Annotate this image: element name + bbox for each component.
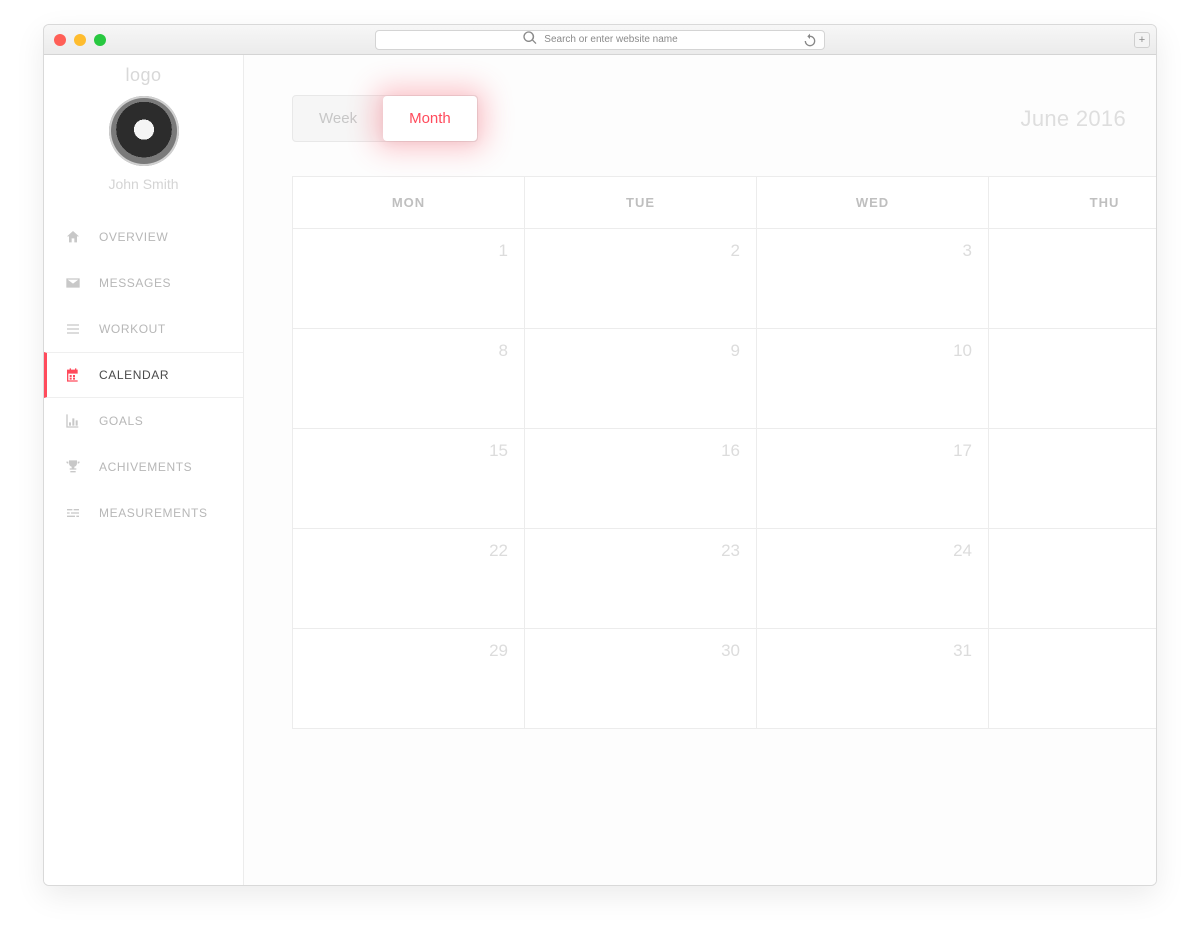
calendar-cell[interactable]: [989, 229, 1156, 329]
calendar-cell[interactable]: 8: [293, 329, 525, 429]
sidebar-item-label: GOALS: [99, 414, 143, 428]
calendar-icon: [65, 367, 81, 383]
logo: logo: [44, 63, 243, 96]
calendar-cell[interactable]: 3: [757, 229, 989, 329]
calendar-header: MON TUE WED THU: [293, 177, 1156, 229]
date-number: 10: [953, 341, 972, 361]
sidebar-item-achivements[interactable]: ACHIVEMENTS: [44, 444, 243, 490]
username: John Smith: [108, 176, 178, 192]
sidebar-item-label: MESSAGES: [99, 276, 171, 290]
nav: OVERVIEW MESSAGES WORKOUT CALENDAR GOALS: [44, 214, 243, 536]
date-number: 31: [953, 641, 972, 661]
sidebar-item-label: MEASUREMENTS: [99, 506, 208, 520]
calendar: MON TUE WED THU 1 2 3 8 9 10 15 16 17: [292, 176, 1156, 729]
date-number: 9: [731, 341, 740, 361]
calendar-cell[interactable]: 1: [293, 229, 525, 329]
reload-icon[interactable]: [802, 33, 818, 52]
calendar-cell[interactable]: 31: [757, 629, 989, 729]
search-icon: [522, 30, 538, 49]
day-header: THU: [989, 177, 1156, 229]
date-number: 1: [499, 241, 508, 261]
calendar-cell[interactable]: 29: [293, 629, 525, 729]
date-number: 17: [953, 441, 972, 461]
window-controls: [54, 34, 106, 46]
sidebar-item-goals[interactable]: GOALS: [44, 398, 243, 444]
calendar-cell[interactable]: 24: [757, 529, 989, 629]
mail-icon: [65, 275, 81, 291]
address-bar[interactable]: Search or enter website name: [375, 30, 825, 50]
sidebar-item-workout[interactable]: WORKOUT: [44, 306, 243, 352]
calendar-cell[interactable]: 23: [525, 529, 757, 629]
sidebar-item-label: WORKOUT: [99, 322, 166, 336]
date-number: 22: [489, 541, 508, 561]
browser-window: Search or enter website name + logo John…: [43, 24, 1157, 886]
period-title: June 2016: [1021, 106, 1126, 132]
calendar-cell[interactable]: 30: [525, 629, 757, 729]
home-icon: [65, 229, 81, 245]
sliders-icon: [65, 505, 81, 521]
topbar: Week Month June 2016: [292, 95, 1156, 142]
new-tab-button[interactable]: +: [1134, 32, 1150, 48]
calendar-cell[interactable]: 16: [525, 429, 757, 529]
list-icon: [65, 321, 81, 337]
calendar-cell[interactable]: 10: [757, 329, 989, 429]
date-number: 23: [721, 541, 740, 561]
calendar-cell[interactable]: [989, 629, 1156, 729]
calendar-cell[interactable]: 22: [293, 529, 525, 629]
trophy-icon: [65, 459, 81, 475]
maximize-window-button[interactable]: [94, 34, 106, 46]
date-number: 3: [963, 241, 972, 261]
address-placeholder: Search or enter website name: [544, 34, 677, 45]
sidebar-item-overview[interactable]: OVERVIEW: [44, 214, 243, 260]
day-header: WED: [757, 177, 989, 229]
date-number: 2: [731, 241, 740, 261]
view-tabs: Week Month: [292, 95, 478, 142]
sidebar-item-label: OVERVIEW: [99, 230, 168, 244]
main: Week Month June 2016 MON TUE WED THU 1 2…: [244, 55, 1156, 885]
chart-icon: [65, 413, 81, 429]
avatar: [109, 96, 179, 166]
close-window-button[interactable]: [54, 34, 66, 46]
date-number: 29: [489, 641, 508, 661]
calendar-cell[interactable]: 2: [525, 229, 757, 329]
date-number: 30: [721, 641, 740, 661]
sidebar-item-messages[interactable]: MESSAGES: [44, 260, 243, 306]
day-header: MON: [293, 177, 525, 229]
date-number: 24: [953, 541, 972, 561]
profile[interactable]: John Smith: [44, 96, 243, 208]
calendar-body: 1 2 3 8 9 10 15 16 17 22 23 24 2: [293, 229, 1156, 729]
sidebar-item-label: CALENDAR: [99, 368, 169, 382]
calendar-cell[interactable]: [989, 329, 1156, 429]
titlebar: Search or enter website name +: [44, 25, 1156, 55]
calendar-cell[interactable]: 9: [525, 329, 757, 429]
calendar-cell[interactable]: [989, 429, 1156, 529]
app: logo John Smith OVERVIEW MESSAGES WORKOU…: [44, 55, 1156, 885]
calendar-cell[interactable]: [989, 529, 1156, 629]
sidebar-item-label: ACHIVEMENTS: [99, 460, 192, 474]
date-number: 15: [489, 441, 508, 461]
calendar-cell[interactable]: 15: [293, 429, 525, 529]
sidebar-item-measurements[interactable]: MEASUREMENTS: [44, 490, 243, 536]
minimize-window-button[interactable]: [74, 34, 86, 46]
sidebar-item-calendar[interactable]: CALENDAR: [44, 352, 243, 398]
date-number: 8: [499, 341, 508, 361]
day-header: TUE: [525, 177, 757, 229]
date-number: 16: [721, 441, 740, 461]
sidebar: logo John Smith OVERVIEW MESSAGES WORKOU…: [44, 55, 244, 885]
tab-week[interactable]: Week: [293, 96, 383, 141]
tab-month[interactable]: Month: [383, 96, 477, 141]
calendar-cell[interactable]: 17: [757, 429, 989, 529]
